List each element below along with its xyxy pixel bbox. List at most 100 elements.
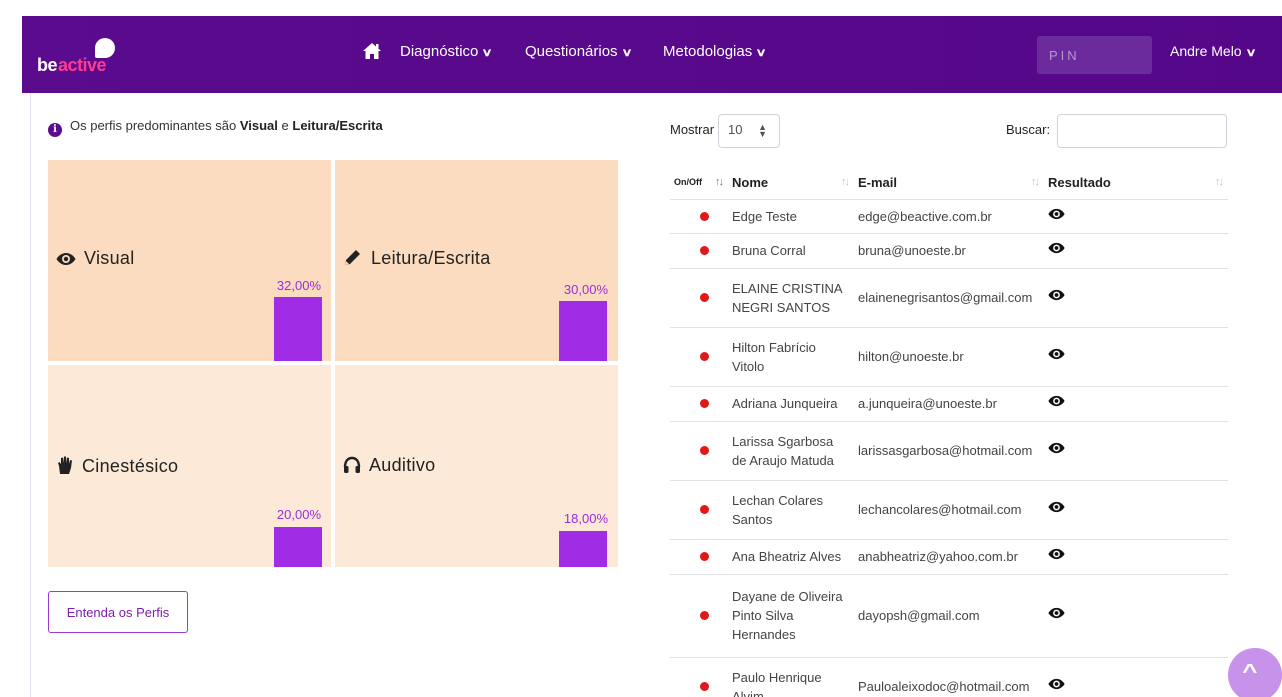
chevron-down-icon: ∨ [755, 47, 767, 59]
profile-leitura-label: Leitura/Escrita [343, 248, 491, 269]
eye-icon[interactable] [1048, 500, 1065, 514]
name-cell: Edge Teste [728, 199, 854, 234]
header-email[interactable]: E-mail ↑↓ [854, 166, 1044, 200]
status-cell [670, 574, 728, 658]
header-email-label: E-mail [858, 174, 898, 190]
eye-icon[interactable] [1048, 677, 1065, 691]
info-icon: i [48, 123, 62, 137]
eye-icon[interactable] [1048, 288, 1065, 302]
profile-visual-percent: 32,00% [276, 278, 321, 293]
name-cell: Bruna Corral [728, 233, 854, 269]
select-arrows-icon: ▲ ▼ [758, 122, 767, 139]
name-cell: Larissa Sgarbosa de Araujo Matuda [728, 421, 854, 481]
nav-diagnostico[interactable]: Diagnóstico ∨ [400, 43, 493, 60]
status-off-dot[interactable] [699, 246, 709, 255]
status-off-dot[interactable] [699, 446, 709, 455]
profile-tile-cinestesico: Cinestésico 20,00% [48, 365, 331, 567]
email-cell: lechancolares@hotmail.com [854, 480, 1044, 540]
status-off-dot[interactable] [699, 611, 709, 620]
eye-icon[interactable] [1048, 347, 1065, 361]
status-cell [670, 386, 728, 422]
eye-icon[interactable] [1048, 241, 1065, 255]
email-cell: elainenegrisantos@gmail.com [854, 268, 1044, 328]
status-cell [670, 199, 728, 234]
eye-icon[interactable] [1048, 606, 1065, 620]
header-name-label: Nome [732, 174, 769, 190]
table-row: Larissa Sgarbosa de Araujo Matuda larissa… [670, 421, 1228, 481]
profile-tile-leitura: Leitura/Escrita 30,00% [335, 160, 618, 361]
eye-icon[interactable] [1048, 547, 1065, 561]
status-off-dot[interactable] [699, 352, 709, 361]
status-off-dot[interactable] [699, 505, 709, 514]
profile-visual-bar [274, 297, 322, 361]
info-second-profile: Leitura/Escrita [292, 118, 383, 133]
scroll-to-top-button[interactable]: ^ [1228, 648, 1282, 697]
user-menu[interactable]: Andre Melo ∨ [1170, 43, 1257, 59]
header-onoff[interactable]: On/Off ↑↓ [670, 166, 728, 200]
page-length-select[interactable]: 10 ▲ ▼ [718, 114, 780, 148]
profile-cinestesico-percent: 20,00% [276, 507, 321, 522]
nav-questionarios[interactable]: Questionários ∨ [525, 43, 632, 60]
name-cell: Dayane de Oliveira Pinto Silva Hernandes [728, 574, 854, 658]
table-row: Dayane de Oliveira Pinto Silva Hernandes… [670, 574, 1228, 658]
result-cell [1044, 657, 1228, 697]
pin-input[interactable] [1037, 36, 1152, 74]
name-cell: Ana Bheatriz Alves [728, 539, 854, 575]
result-cell [1044, 386, 1228, 422]
home-icon[interactable] [361, 40, 383, 62]
status-off-dot[interactable] [699, 552, 709, 561]
name-cell: Lechan Colares Santos [728, 480, 854, 540]
profile-leitura-bar [559, 301, 607, 361]
result-cell [1044, 539, 1228, 575]
result-cell [1044, 574, 1228, 658]
email-cell: bruna@unoeste.br [854, 233, 1044, 269]
table-row: Hilton Fabrício Vitolo hilton@unoeste.br [670, 327, 1228, 387]
sort-icon: ↑↓ [1215, 176, 1224, 188]
entenda-perfis-button[interactable]: Entenda os Perfis [48, 591, 188, 633]
status-off-dot[interactable] [699, 211, 709, 221]
status-off-dot[interactable] [699, 682, 709, 691]
sort-icon: ↑↓ [1031, 176, 1040, 188]
chevron-up-icon: ^ [1242, 661, 1258, 683]
status-cell [670, 657, 728, 697]
nav-questionarios-label: Questionários [525, 43, 618, 60]
result-cell [1044, 421, 1228, 481]
nav-metodologias[interactable]: Metodologias ∨ [663, 43, 767, 60]
search-label: Buscar: [1006, 122, 1051, 137]
table-header-row: On/Off ↑↓ Nome ↑↓ E-mail ↑↓ Resultado ↑↓ [670, 166, 1228, 200]
status-off-dot[interactable] [699, 293, 709, 302]
profile-auditivo-name: Auditivo [369, 455, 436, 475]
sort-icon: ↑↓ [841, 176, 850, 188]
predominant-profiles-info: i Os perfis predominantes são Visual e Le… [48, 118, 383, 137]
table-row: Lechan Colares Santos lechancolares@hotma… [670, 480, 1228, 540]
table-row: Bruna Corral bruna@unoeste.br [670, 233, 1228, 269]
logo-be: be [37, 55, 58, 75]
header-result[interactable]: Resultado ↑↓ [1044, 166, 1228, 200]
chevron-down-icon: ∨ [1244, 47, 1257, 59]
eye-icon[interactable] [1048, 394, 1065, 408]
profile-tile-visual: Visual 32,00% [48, 160, 331, 361]
navbar: be active Diagnóstico ∨ Questionários ∨ Me… [22, 16, 1282, 93]
eye-icon[interactable] [1048, 441, 1065, 455]
search-input[interactable] [1057, 114, 1227, 148]
nav-metodologias-label: Metodologias [663, 43, 753, 60]
status-off-dot[interactable] [699, 399, 709, 408]
status-cell [670, 480, 728, 540]
name-cell: Paulo Henrique Alvim [728, 657, 854, 697]
profile-auditivo-bar [559, 531, 607, 567]
name-cell: ELAINE CRISTINA NEGRI SANTOS [728, 268, 854, 328]
email-cell: anabheatriz@yahoo.com.br [854, 539, 1044, 575]
profile-auditivo-label: Auditivo [343, 455, 435, 476]
info-prefix: Os perfis predominantes são [70, 118, 237, 133]
status-cell [670, 268, 728, 328]
pin-field[interactable] [1037, 36, 1152, 74]
eye-icon[interactable] [1048, 207, 1065, 221]
status-cell [670, 539, 728, 575]
table-row: Ana Bheatriz Alves anabheatriz@yahoo.com.… [670, 539, 1228, 575]
headphones-icon [343, 456, 361, 473]
beactive-logo[interactable]: be active [37, 38, 127, 78]
header-name[interactable]: Nome ↑↓ [728, 166, 854, 200]
email-cell: Pauloaleixodoc@hotmail.com [854, 657, 1044, 697]
profile-tile-auditivo: Auditivo 18,00% [335, 365, 618, 567]
status-cell [670, 327, 728, 387]
